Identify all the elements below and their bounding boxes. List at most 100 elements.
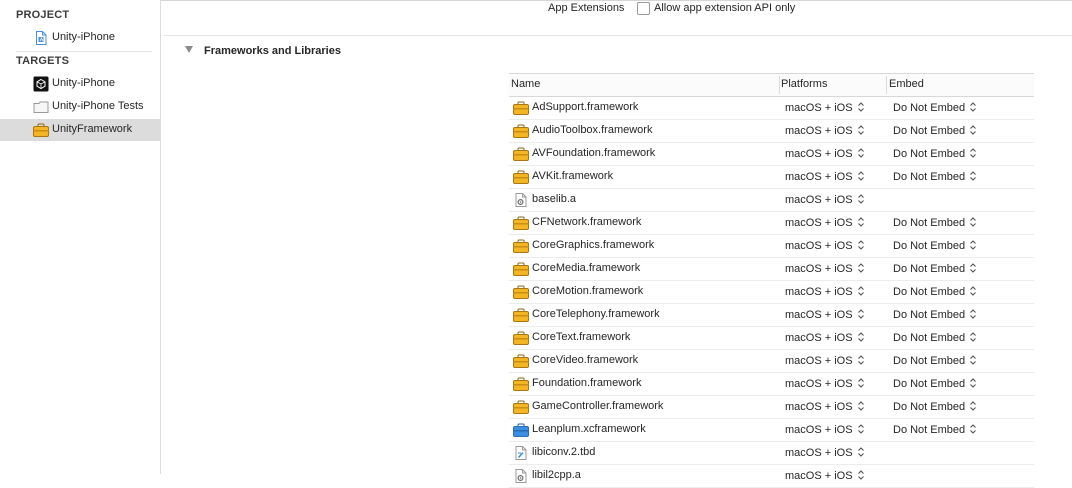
chevron-updown-icon[interactable]: [857, 262, 865, 274]
embed-value: Do Not Embed: [893, 240, 966, 252]
embed-popup[interactable]: Do Not Embed: [893, 354, 977, 367]
static-library-icon: [515, 193, 527, 207]
embed-popup[interactable]: Do Not Embed: [893, 308, 977, 321]
platforms-popup[interactable]: macOS + iOS: [785, 193, 865, 206]
table-row[interactable]: Leanplum.xcframework macOS + iOS Do Not Em…: [509, 419, 1034, 442]
embed-popup[interactable]: Do Not Embed: [893, 101, 977, 114]
platforms-popup[interactable]: macOS + iOS: [785, 377, 865, 390]
chevron-updown-icon[interactable]: [969, 308, 977, 320]
sidebar-item-unityframework[interactable]: UnityFramework: [0, 119, 160, 141]
chevron-updown-icon[interactable]: [969, 124, 977, 136]
table-row[interactable]: CFNetwork.framework macOS + iOS Do Not Emb…: [509, 212, 1034, 235]
table-row[interactable]: AVFoundation.framework macOS + iOS Do Not …: [509, 143, 1034, 166]
table-row[interactable]: GameController.framework macOS + iOS Do No…: [509, 396, 1034, 419]
embed-popup[interactable]: Do Not Embed: [893, 216, 977, 229]
embed-popup[interactable]: Do Not Embed: [893, 124, 977, 137]
chevron-updown-icon[interactable]: [857, 170, 865, 182]
embed-popup[interactable]: Do Not Embed: [893, 377, 977, 390]
chevron-updown-icon[interactable]: [969, 285, 977, 297]
chevron-updown-icon[interactable]: [857, 354, 865, 366]
platforms-popup[interactable]: macOS + iOS: [785, 423, 865, 436]
embed-popup[interactable]: Do Not Embed: [893, 262, 977, 275]
chevron-updown-icon[interactable]: [857, 400, 865, 412]
sidebar-item-unity-iphone[interactable]: Unity-iPhone: [0, 73, 160, 95]
disclosure-triangle-icon[interactable]: [185, 46, 193, 53]
column-separator[interactable]: [886, 76, 887, 94]
chevron-updown-icon[interactable]: [857, 469, 865, 481]
platforms-popup[interactable]: macOS + iOS: [785, 446, 865, 459]
chevron-updown-icon[interactable]: [857, 101, 865, 113]
platforms-popup[interactable]: macOS + iOS: [785, 400, 865, 413]
chevron-updown-icon[interactable]: [969, 377, 977, 389]
table-row[interactable]: CoreText.framework macOS + iOS Do Not Embe…: [509, 327, 1034, 350]
chevron-updown-icon[interactable]: [857, 216, 865, 228]
column-header-platforms[interactable]: Platforms: [781, 78, 827, 90]
embed-popup[interactable]: Do Not Embed: [893, 239, 977, 252]
chevron-updown-icon[interactable]: [857, 193, 865, 205]
chevron-updown-icon[interactable]: [857, 377, 865, 389]
table-header: Name Platforms Embed: [509, 73, 1034, 97]
table-row[interactable]: AudioToolbox.framework macOS + iOS Do Not …: [509, 120, 1034, 143]
table-row[interactable]: CoreGraphics.framework macOS + iOS Do Not …: [509, 235, 1034, 258]
framework-icon: [513, 308, 529, 322]
platforms-popup[interactable]: macOS + iOS: [785, 469, 865, 482]
sidebar-item-label: UnityFramework: [52, 123, 133, 135]
library-name: Foundation.framework: [532, 377, 642, 389]
frameworks-table: Name Platforms Embed AdSupport.framework…: [509, 73, 1034, 488]
embed-popup[interactable]: Do Not Embed: [893, 147, 977, 160]
platforms-popup[interactable]: macOS + iOS: [785, 170, 865, 183]
table-row[interactable]: CoreTelephony.framework macOS + iOS Do Not…: [509, 304, 1034, 327]
platforms-popup[interactable]: macOS + iOS: [785, 285, 865, 298]
chevron-updown-icon[interactable]: [969, 331, 977, 343]
column-header-name[interactable]: Name: [511, 78, 540, 90]
chevron-updown-icon[interactable]: [969, 354, 977, 366]
platforms-popup[interactable]: macOS + iOS: [785, 262, 865, 275]
platforms-popup[interactable]: macOS + iOS: [785, 239, 865, 252]
embed-popup[interactable]: Do Not Embed: [893, 170, 977, 183]
chevron-updown-icon[interactable]: [857, 147, 865, 159]
chevron-updown-icon[interactable]: [969, 400, 977, 412]
platforms-popup[interactable]: macOS + iOS: [785, 101, 865, 114]
platforms-popup[interactable]: macOS + iOS: [785, 354, 865, 367]
table-row[interactable]: AVKit.framework macOS + iOS Do Not Embed: [509, 166, 1034, 189]
sidebar-item-unity-iphone-tests[interactable]: Unity-iPhone Tests: [0, 96, 160, 118]
chevron-updown-icon[interactable]: [969, 170, 977, 182]
chevron-updown-icon[interactable]: [857, 331, 865, 343]
frameworks-section-title: Frameworks and Libraries: [204, 45, 341, 57]
platforms-popup[interactable]: macOS + iOS: [785, 331, 865, 344]
chevron-updown-icon[interactable]: [969, 239, 977, 251]
table-row[interactable]: CoreMedia.framework macOS + iOS Do Not Emb…: [509, 258, 1034, 281]
chevron-updown-icon[interactable]: [857, 423, 865, 435]
platforms-popup[interactable]: macOS + iOS: [785, 124, 865, 137]
table-row[interactable]: libil2cpp.a macOS + iOS: [509, 465, 1034, 488]
table-row[interactable]: AdSupport.framework macOS + iOS Do Not Emb…: [509, 97, 1034, 120]
table-row[interactable]: CoreMotion.framework macOS + iOS Do Not Em…: [509, 281, 1034, 304]
chevron-updown-icon[interactable]: [969, 216, 977, 228]
platforms-popup[interactable]: macOS + iOS: [785, 147, 865, 160]
chevron-updown-icon[interactable]: [857, 124, 865, 136]
chevron-updown-icon[interactable]: [969, 423, 977, 435]
chevron-updown-icon[interactable]: [857, 308, 865, 320]
embed-value: Do Not Embed: [893, 171, 966, 183]
embed-popup[interactable]: Do Not Embed: [893, 331, 977, 344]
sidebar-item-project[interactable]: Unity-iPhone: [0, 27, 160, 49]
embed-popup[interactable]: Do Not Embed: [893, 285, 977, 298]
column-header-embed[interactable]: Embed: [889, 78, 924, 90]
chevron-updown-icon[interactable]: [969, 147, 977, 159]
table-row[interactable]: libiconv.2.tbd macOS + iOS: [509, 442, 1034, 465]
table-row[interactable]: baselib.a macOS + iOS: [509, 189, 1034, 212]
table-row[interactable]: Foundation.framework macOS + iOS Do Not Em…: [509, 373, 1034, 396]
platforms-popup[interactable]: macOS + iOS: [785, 216, 865, 229]
allow-app-extension-api-checkbox[interactable]: [637, 2, 650, 15]
platforms-popup[interactable]: macOS + iOS: [785, 308, 865, 321]
chevron-updown-icon[interactable]: [857, 285, 865, 297]
chevron-updown-icon[interactable]: [857, 239, 865, 251]
chevron-updown-icon[interactable]: [857, 446, 865, 458]
chevron-updown-icon[interactable]: [969, 101, 977, 113]
table-row[interactable]: CoreVideo.framework macOS + iOS Do Not Emb…: [509, 350, 1034, 373]
embed-popup[interactable]: Do Not Embed: [893, 400, 977, 413]
column-separator[interactable]: [779, 76, 780, 94]
chevron-updown-icon[interactable]: [969, 262, 977, 274]
allow-app-extension-api-label[interactable]: Allow app extension API only: [654, 2, 795, 14]
embed-popup[interactable]: Do Not Embed: [893, 423, 977, 436]
